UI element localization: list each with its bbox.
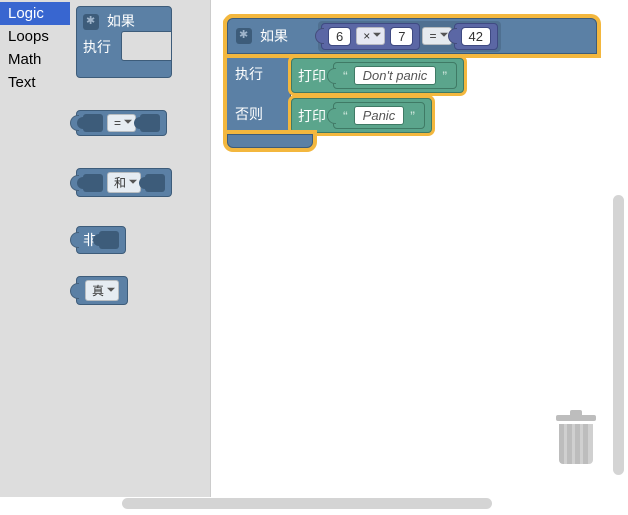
compare-left-hole [83, 114, 103, 132]
category-loops[interactable]: Loops [0, 25, 70, 48]
logic-op-dropdown[interactable]: 和 [107, 172, 141, 193]
open-quote-icon: “ [340, 68, 351, 84]
close-quote-icon: ” [407, 108, 418, 124]
category-text[interactable]: Text [0, 71, 70, 94]
app-root: Logic Loops Math Text 如果 执行 = 和 [0, 0, 628, 497]
num-right-block[interactable]: 42 [454, 23, 498, 50]
print-label: 打印 [298, 106, 326, 126]
toolbox-block-logic-op[interactable]: 和 [76, 168, 172, 197]
gear-icon[interactable] [236, 28, 252, 44]
text-else[interactable]: Panic [354, 106, 405, 125]
toolbox: 如果 执行 = 和 非 真 [70, 0, 210, 497]
category-math[interactable]: Math [0, 48, 70, 71]
horizontal-scrollbar[interactable] [122, 498, 492, 509]
num-b[interactable]: 7 [390, 27, 413, 46]
print-label: 打印 [298, 66, 326, 86]
ws-do-label: 执行 [235, 64, 263, 84]
if-label: 如果 [107, 13, 135, 29]
text-block-do[interactable]: “ Don't panic ” [333, 62, 457, 89]
logic-left-hole [83, 174, 103, 192]
toolbox-block-not[interactable]: 非 [76, 226, 126, 254]
text-block-else[interactable]: “ Panic ” [333, 102, 425, 129]
ws-else-label: 否则 [235, 104, 263, 124]
bool-dropdown[interactable]: 真 [85, 280, 119, 301]
toolbox-block-if[interactable]: 如果 执行 [76, 6, 172, 78]
print-block-do[interactable]: 打印 “ Don't panic ” [291, 58, 464, 93]
gear-icon[interactable] [83, 14, 99, 30]
toolbox-block-compare[interactable]: = [76, 110, 167, 136]
compare-op-dropdown[interactable]: = [107, 114, 136, 132]
ws-if-label: 如果 [260, 26, 288, 46]
num-a[interactable]: 6 [328, 27, 351, 46]
vertical-scrollbar[interactable] [613, 195, 624, 475]
print-block-else[interactable]: 打印 “ Panic ” [291, 98, 432, 133]
logic-right-hole [145, 174, 165, 192]
compare-right-hole [140, 114, 160, 132]
text-do[interactable]: Don't panic [354, 66, 437, 85]
toolbox-block-boolean[interactable]: 真 [76, 276, 128, 305]
ws-if-else-block[interactable]: 如果 6 × 7 = 42 执行 [227, 18, 587, 134]
close-quote-icon: ” [439, 68, 450, 84]
num-right[interactable]: 42 [461, 27, 491, 46]
math-arith-block[interactable]: 6 × 7 [321, 23, 420, 50]
open-quote-icon: “ [340, 108, 351, 124]
arith-op-dropdown[interactable]: × [356, 27, 385, 45]
category-logic[interactable]: Logic [0, 2, 70, 25]
category-list: Logic Loops Math Text [0, 0, 70, 497]
workspace[interactable]: 如果 6 × 7 = 42 执行 [210, 0, 628, 497]
not-hole [99, 231, 119, 249]
do-label: 执行 [83, 37, 111, 57]
trash-icon[interactable] [554, 415, 598, 467]
